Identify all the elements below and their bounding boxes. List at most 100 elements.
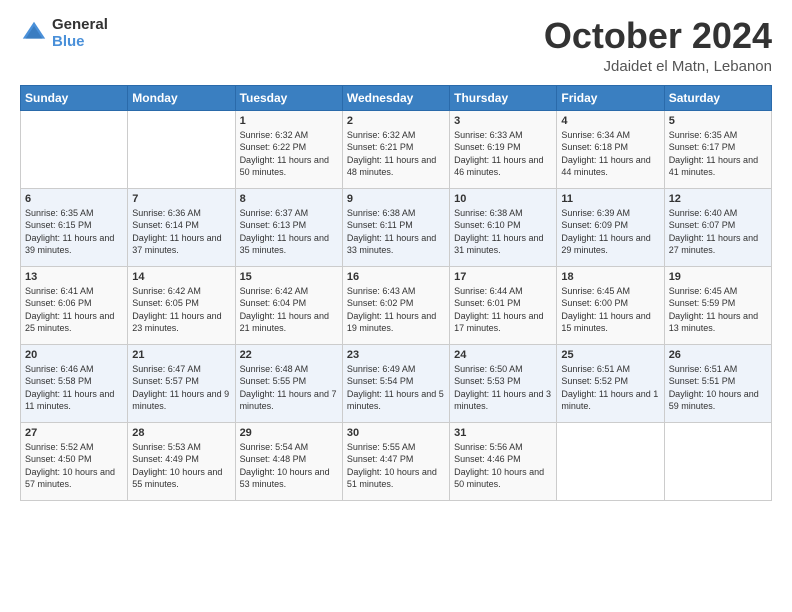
day-info: Sunrise: 6:38 AM Sunset: 6:10 PM Dayligh… [454, 207, 552, 257]
day-number: 4 [561, 115, 659, 127]
day-info: Sunrise: 6:39 AM Sunset: 6:09 PM Dayligh… [561, 207, 659, 257]
day-info: Sunrise: 6:41 AM Sunset: 6:06 PM Dayligh… [25, 285, 123, 335]
day-number: 22 [240, 349, 338, 361]
day-number: 26 [669, 349, 767, 361]
day-number: 9 [347, 193, 445, 205]
day-number: 31 [454, 427, 552, 439]
calendar-cell: 17 Sunrise: 6:44 AM Sunset: 6:01 PM Dayli… [450, 266, 557, 344]
day-info: Sunrise: 5:55 AM Sunset: 4:47 PM Dayligh… [347, 441, 445, 491]
calendar-cell: 2 Sunrise: 6:32 AM Sunset: 6:21 PM Daylig… [342, 110, 449, 188]
day-info: Sunrise: 6:48 AM Sunset: 5:55 PM Dayligh… [240, 363, 338, 413]
day-info: Sunrise: 5:56 AM Sunset: 4:46 PM Dayligh… [454, 441, 552, 491]
calendar-cell: 12Sunrise: 6:40 AM Sunset: 6:07 PM Dayli… [664, 188, 771, 266]
calendar-cell: 14 Sunrise: 6:42 AM Sunset: 6:05 PM Dayli… [128, 266, 235, 344]
day-number: 18 [561, 271, 659, 283]
calendar-cell: 9 Sunrise: 6:38 AM Sunset: 6:11 PM Daylig… [342, 188, 449, 266]
day-number: 14 [132, 271, 230, 283]
calendar-week-row: 6 Sunrise: 6:35 AM Sunset: 6:15 PM Daylig… [21, 188, 772, 266]
day-number: 6 [25, 193, 123, 205]
logo-icon [20, 19, 48, 47]
day-info: Sunrise: 6:44 AM Sunset: 6:01 PM Dayligh… [454, 285, 552, 335]
day-header-friday: Friday [557, 85, 664, 110]
day-info: Sunrise: 6:42 AM Sunset: 6:05 PM Dayligh… [132, 285, 230, 335]
calendar-cell: 24Sunrise: 6:50 AM Sunset: 5:53 PM Dayli… [450, 344, 557, 422]
day-header-monday: Monday [128, 85, 235, 110]
calendar-cell [664, 422, 771, 500]
day-number: 2 [347, 115, 445, 127]
calendar-cell: 3 Sunrise: 6:33 AM Sunset: 6:19 PM Daylig… [450, 110, 557, 188]
day-number: 25 [561, 349, 659, 361]
calendar-week-row: 20 Sunrise: 6:46 AM Sunset: 5:58 PM Dayli… [21, 344, 772, 422]
day-info: Sunrise: 6:33 AM Sunset: 6:19 PM Dayligh… [454, 129, 552, 179]
day-number: 19 [669, 271, 767, 283]
calendar-cell: 16 Sunrise: 6:43 AM Sunset: 6:02 PM Dayli… [342, 266, 449, 344]
day-info: Sunrise: 5:52 AM Sunset: 4:50 PM Dayligh… [25, 441, 123, 491]
day-number: 12 [669, 193, 767, 205]
calendar-cell: 10 Sunrise: 6:38 AM Sunset: 6:10 PM Dayli… [450, 188, 557, 266]
calendar-cell: 20 Sunrise: 6:46 AM Sunset: 5:58 PM Dayli… [21, 344, 128, 422]
calendar-cell: 5 Sunrise: 6:35 AM Sunset: 6:17 PM Daylig… [664, 110, 771, 188]
calendar-cell: 4 Sunrise: 6:34 AM Sunset: 6:18 PM Daylig… [557, 110, 664, 188]
day-info: Sunrise: 6:50 AM Sunset: 5:53 PM Dayligh… [454, 363, 552, 413]
day-number: 3 [454, 115, 552, 127]
logo: General Blue [20, 16, 108, 50]
day-info: Sunrise: 5:53 AM Sunset: 4:49 PM Dayligh… [132, 441, 230, 491]
day-info: Sunrise: 6:38 AM Sunset: 6:11 PM Dayligh… [347, 207, 445, 257]
calendar-cell: 18 Sunrise: 6:45 AM Sunset: 6:00 PM Dayli… [557, 266, 664, 344]
calendar-cell: 22 Sunrise: 6:48 AM Sunset: 5:55 PM Dayli… [235, 344, 342, 422]
calendar-cell: 30Sunrise: 5:55 AM Sunset: 4:47 PM Dayli… [342, 422, 449, 500]
day-header-saturday: Saturday [664, 85, 771, 110]
calendar-cell: 19 Sunrise: 6:45 AM Sunset: 5:59 PM Dayli… [664, 266, 771, 344]
day-info: Sunrise: 6:32 AM Sunset: 6:22 PM Dayligh… [240, 129, 338, 179]
calendar-cell: 1 Sunrise: 6:32 AM Sunset: 6:22 PM Daylig… [235, 110, 342, 188]
day-number: 29 [240, 427, 338, 439]
calendar-cell: 28 Sunrise: 5:53 AM Sunset: 4:49 PM Dayli… [128, 422, 235, 500]
calendar-cell: 11Sunrise: 6:39 AM Sunset: 6:09 PM Dayli… [557, 188, 664, 266]
day-number: 8 [240, 193, 338, 205]
day-info: Sunrise: 6:45 AM Sunset: 5:59 PM Dayligh… [669, 285, 767, 335]
day-info: Sunrise: 6:46 AM Sunset: 5:58 PM Dayligh… [25, 363, 123, 413]
day-number: 5 [669, 115, 767, 127]
day-info: Sunrise: 6:47 AM Sunset: 5:57 PM Dayligh… [132, 363, 230, 413]
day-info: Sunrise: 6:34 AM Sunset: 6:18 PM Dayligh… [561, 129, 659, 179]
calendar-cell [557, 422, 664, 500]
calendar-header-row: SundayMondayTuesdayWednesdayThursdayFrid… [21, 85, 772, 110]
title-block: October 2024 Jdaidet el Matn, Lebanon [544, 16, 772, 75]
calendar-cell [21, 110, 128, 188]
day-number: 16 [347, 271, 445, 283]
calendar-cell: 6 Sunrise: 6:35 AM Sunset: 6:15 PM Daylig… [21, 188, 128, 266]
calendar-cell: 23Sunrise: 6:49 AM Sunset: 5:54 PM Dayli… [342, 344, 449, 422]
day-header-wednesday: Wednesday [342, 85, 449, 110]
day-info: Sunrise: 6:45 AM Sunset: 6:00 PM Dayligh… [561, 285, 659, 335]
calendar-cell: 27Sunrise: 5:52 AM Sunset: 4:50 PM Dayli… [21, 422, 128, 500]
calendar-cell: 25 Sunrise: 6:51 AM Sunset: 5:52 PM Dayli… [557, 344, 664, 422]
day-number: 23 [347, 349, 445, 361]
calendar-cell: 7Sunrise: 6:36 AM Sunset: 6:14 PM Daylig… [128, 188, 235, 266]
day-info: Sunrise: 6:43 AM Sunset: 6:02 PM Dayligh… [347, 285, 445, 335]
day-number: 13 [25, 271, 123, 283]
page: General Blue October 2024 Jdaidet el Mat… [0, 0, 792, 612]
day-info: Sunrise: 6:35 AM Sunset: 6:17 PM Dayligh… [669, 129, 767, 179]
calendar-week-row: 13 Sunrise: 6:41 AM Sunset: 6:06 PM Dayli… [21, 266, 772, 344]
day-info: Sunrise: 6:51 AM Sunset: 5:51 PM Dayligh… [669, 363, 767, 413]
day-info: Sunrise: 6:51 AM Sunset: 5:52 PM Dayligh… [561, 363, 659, 413]
day-info: Sunrise: 6:42 AM Sunset: 6:04 PM Dayligh… [240, 285, 338, 335]
logo-text: General Blue [52, 16, 108, 50]
calendar-table: SundayMondayTuesdayWednesdayThursdayFrid… [20, 85, 772, 501]
month-title: October 2024 [544, 16, 772, 56]
day-number: 17 [454, 271, 552, 283]
calendar-cell: 26 Sunrise: 6:51 AM Sunset: 5:51 PM Dayli… [664, 344, 771, 422]
day-number: 1 [240, 115, 338, 127]
day-header-tuesday: Tuesday [235, 85, 342, 110]
calendar-cell [128, 110, 235, 188]
day-info: Sunrise: 6:32 AM Sunset: 6:21 PM Dayligh… [347, 129, 445, 179]
day-number: 20 [25, 349, 123, 361]
subtitle: Jdaidet el Matn, Lebanon [544, 58, 772, 75]
calendar-week-row: 27Sunrise: 5:52 AM Sunset: 4:50 PM Dayli… [21, 422, 772, 500]
day-info: Sunrise: 6:35 AM Sunset: 6:15 PM Dayligh… [25, 207, 123, 257]
calendar-cell: 8Sunrise: 6:37 AM Sunset: 6:13 PM Daylig… [235, 188, 342, 266]
header: General Blue October 2024 Jdaidet el Mat… [20, 16, 772, 75]
calendar-cell: 15Sunrise: 6:42 AM Sunset: 6:04 PM Dayli… [235, 266, 342, 344]
day-number: 10 [454, 193, 552, 205]
day-number: 28 [132, 427, 230, 439]
